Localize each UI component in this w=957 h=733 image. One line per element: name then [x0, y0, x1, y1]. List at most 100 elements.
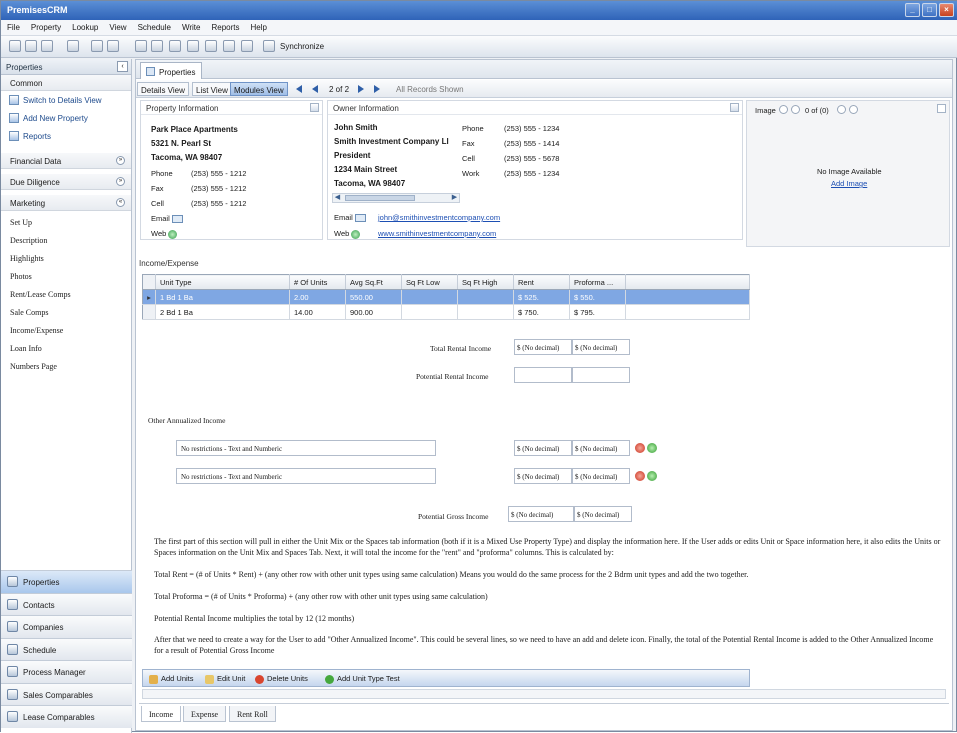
table-row[interactable]: 2 Bd 1 Ba 14.00 900.00 $ 750. $ 795. [142, 304, 750, 320]
other-income-rent-2[interactable]: $ (No decimal) [514, 468, 572, 484]
col-rent[interactable]: Rent [513, 274, 570, 290]
gross-proforma-field[interactable]: $ (No decimal) [574, 506, 632, 522]
add-row-icon[interactable] [647, 471, 657, 481]
col-unit-type[interactable]: Unit Type [155, 274, 290, 290]
menu-property[interactable]: Property [25, 20, 66, 32]
table-row[interactable]: ▸ 1 Bd 1 Ba 2.00 550.00 $ 525. $ 550. [142, 289, 750, 305]
list-view-button[interactable]: List View [192, 82, 232, 96]
add-unit-type-test-button[interactable]: Add Unit Type Test [325, 674, 400, 684]
tab-expense[interactable]: Expense [183, 706, 227, 722]
menu-lookup[interactable]: Lookup [66, 20, 103, 32]
copy-icon[interactable] [41, 40, 53, 52]
collapse-panel-button[interactable]: ‹ [117, 61, 128, 72]
other-income-rent-1[interactable]: $ (No decimal) [514, 440, 572, 456]
task-reports[interactable]: Reports [1, 127, 131, 145]
tab-income[interactable]: Income [141, 706, 181, 722]
print-icon[interactable] [91, 40, 103, 52]
collapse-icon[interactable]: « [116, 198, 125, 207]
menu-reports[interactable]: Reports [205, 20, 244, 32]
link-photos[interactable]: Photos [1, 267, 131, 285]
minimize-button[interactable]: _ [905, 3, 920, 17]
add-row-icon[interactable] [647, 443, 657, 453]
other-income-desc-2[interactable]: No restrictions - Text and Numberic [176, 468, 436, 484]
link-loan-info[interactable]: Loan Info [1, 339, 131, 357]
next-record-icon[interactable] [358, 85, 364, 93]
next-image-icon[interactable] [837, 105, 846, 114]
map-icon[interactable] [187, 40, 199, 52]
prev-image-icon[interactable] [791, 105, 800, 114]
last-image-icon[interactable] [849, 105, 858, 114]
horizontal-scrollbar[interactable] [142, 689, 946, 699]
nav-process-manager[interactable]: Process Manager [1, 660, 132, 683]
add-units-button[interactable]: Add Units [149, 674, 194, 684]
web-globe-icon[interactable] [351, 229, 361, 239]
menu-view[interactable]: View [103, 20, 131, 32]
web-globe-icon[interactable] [168, 229, 178, 239]
owner-horizontal-scrollbar[interactable]: ◀ ▶ [332, 193, 460, 203]
total-rent-field[interactable]: $ (No decimal) [514, 339, 572, 355]
open-icon[interactable] [25, 40, 37, 52]
gross-rent-field[interactable]: $ (No decimal) [508, 506, 574, 522]
col-sqft-high[interactable]: Sq Ft High [457, 274, 514, 290]
total-proforma-field[interactable]: $ (No decimal) [572, 339, 630, 355]
potential-rent-field[interactable] [514, 367, 572, 383]
scroll-right-icon[interactable]: ▶ [450, 194, 459, 202]
link-set-up[interactable]: Set Up [1, 213, 131, 231]
email-icon[interactable] [354, 214, 366, 223]
owner-email-link[interactable]: john@smithinvestmentcompany.com [378, 213, 500, 222]
tab-rent-roll[interactable]: Rent Roll [229, 706, 276, 722]
nav-sales-comparables[interactable]: Sales Comparables [1, 682, 132, 705]
other-income-proforma-1[interactable]: $ (No decimal) [572, 440, 630, 456]
nav-companies[interactable]: Companies [1, 615, 132, 638]
new-icon[interactable] [9, 40, 21, 52]
scroll-thumb[interactable] [345, 195, 415, 201]
owner-web-link[interactable]: www.smithinvestmentcompany.com [378, 229, 496, 238]
menu-schedule[interactable]: Schedule [132, 20, 176, 32]
calendar-icon[interactable] [151, 40, 163, 52]
details-view-button[interactable]: Details View [137, 82, 189, 96]
report-icon[interactable] [223, 40, 235, 52]
close-button[interactable]: × [939, 3, 954, 17]
menu-write[interactable]: Write [176, 20, 206, 32]
delete-row-icon[interactable] [635, 443, 645, 453]
first-image-icon[interactable] [779, 105, 788, 114]
prev-record-icon[interactable] [312, 85, 318, 93]
sync-icon[interactable] [263, 40, 275, 52]
col-sqft-low[interactable]: Sq Ft Low [401, 274, 458, 290]
contacts-icon[interactable] [169, 40, 181, 52]
col-avg-sqft[interactable]: Avg Sq.Ft [345, 274, 402, 290]
scroll-left-icon[interactable]: ◀ [333, 194, 342, 202]
group-due-diligence[interactable]: Due Diligence» [1, 174, 131, 190]
edit-unit-button[interactable]: Edit Unit [205, 674, 245, 684]
last-record-icon[interactable] [374, 85, 380, 93]
other-income-desc-1[interactable]: No restrictions - Text and Numberic [176, 440, 436, 456]
preview-icon[interactable] [107, 40, 119, 52]
menu-help[interactable]: Help [244, 20, 271, 32]
synchronize-button[interactable]: Synchronize [280, 42, 324, 51]
menu-file[interactable]: File [1, 20, 25, 32]
nav-schedule[interactable]: Schedule [1, 637, 132, 660]
delete-row-icon[interactable] [635, 471, 645, 481]
group-common[interactable]: Common [1, 75, 131, 91]
expand-icon[interactable]: » [116, 156, 125, 165]
edit-icon[interactable] [310, 103, 319, 112]
link-sale-comps[interactable]: Sale Comps [1, 303, 131, 321]
task-add-property[interactable]: Add New Property [1, 109, 131, 127]
task-switch-details[interactable]: Switch to Details View [1, 91, 131, 109]
chart-icon[interactable] [241, 40, 253, 52]
link-rent-lease-comps[interactable]: Rent/Lease Comps [1, 285, 131, 303]
link-income-expense[interactable]: Income/Expense [1, 321, 131, 339]
edit-icon[interactable] [937, 104, 946, 113]
modules-view-button[interactable]: Modules View [230, 82, 288, 96]
edit-icon[interactable] [730, 103, 739, 112]
col-num-units[interactable]: # Of Units [289, 274, 346, 290]
tab-properties[interactable]: Properties [140, 62, 203, 79]
link-highlights[interactable]: Highlights [1, 249, 131, 267]
potential-proforma-field[interactable] [572, 367, 630, 383]
group-financial-data[interactable]: Financial Data» [1, 153, 131, 169]
folder-icon[interactable] [135, 40, 147, 52]
nav-contacts[interactable]: Contacts [1, 592, 132, 615]
link-numbers-page[interactable]: Numbers Page [1, 357, 131, 375]
nav-lease-comparables[interactable]: Lease Comparables [1, 705, 132, 728]
nav-properties[interactable]: Properties [1, 570, 132, 593]
